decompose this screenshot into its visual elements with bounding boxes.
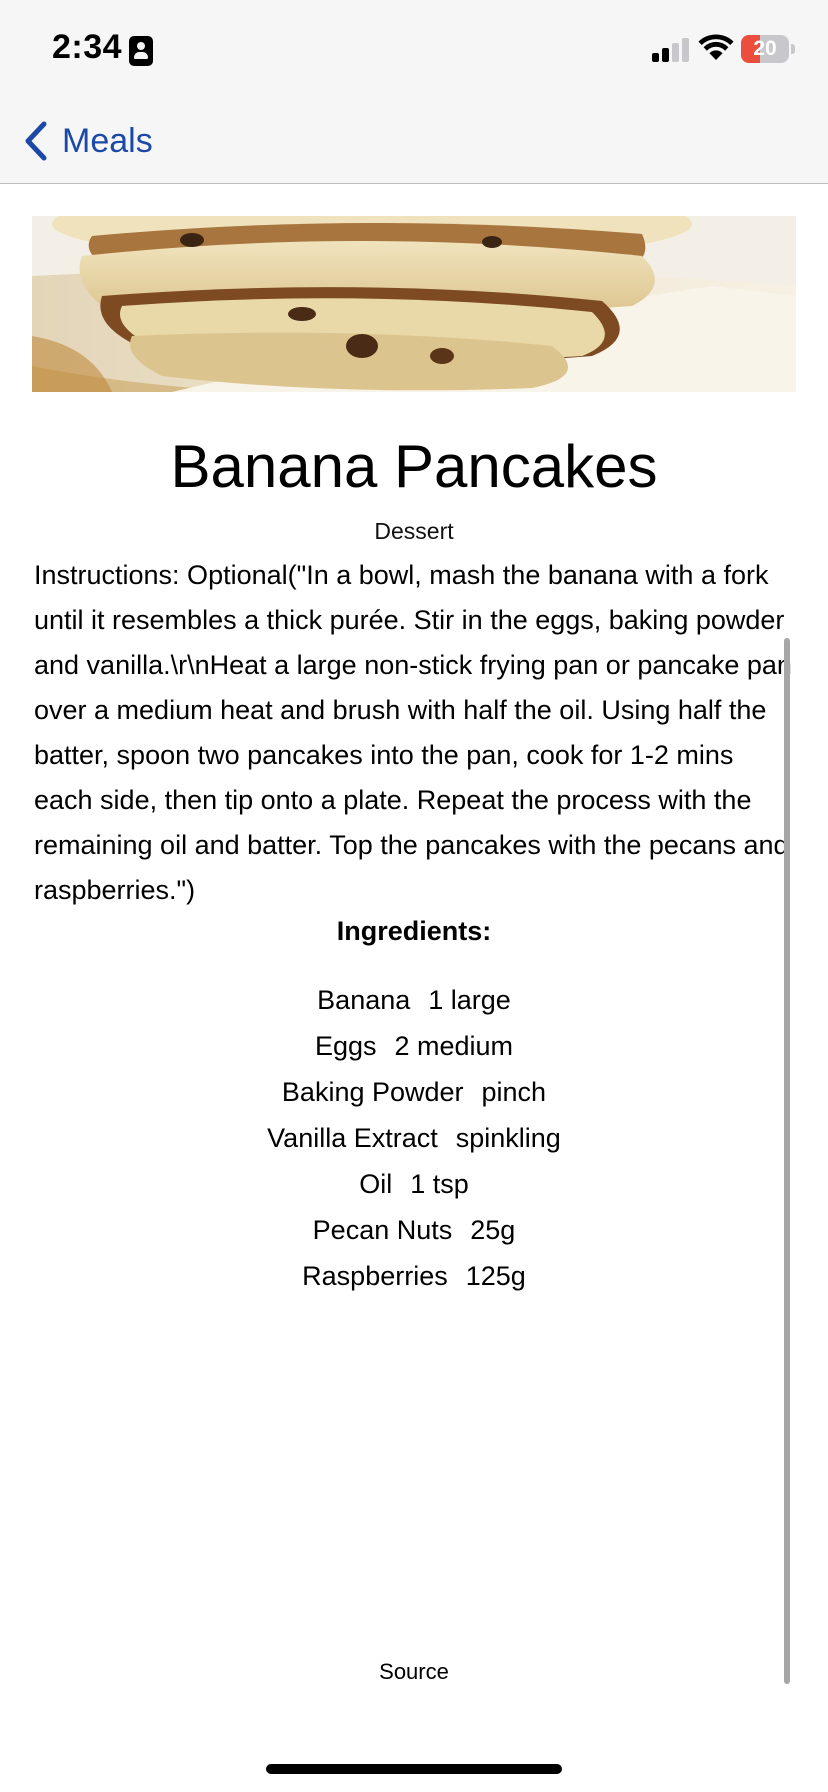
meal-title: Banana Pancakes (170, 433, 658, 500)
ingredient-item: Banana 1 large (0, 977, 828, 1023)
ingredient-name: Vanilla Extract (267, 1123, 438, 1153)
ingredients-heading: Ingredients: (336, 916, 492, 946)
ingredient-name: Banana (317, 985, 411, 1015)
wifi-icon (698, 34, 734, 60)
meal-image (32, 216, 796, 392)
vertical-scrollbar[interactable] (784, 638, 790, 1684)
ingredient-item: Pecan Nuts 25g (0, 1207, 828, 1253)
ingredient-item: Raspberries 125g (0, 1253, 828, 1299)
focus-mode-icon (129, 36, 153, 66)
back-button-label: Meals (62, 121, 153, 160)
back-button[interactable]: Meals (22, 118, 153, 164)
source-link[interactable]: Source (0, 1659, 828, 1685)
ingredient-item: Vanilla Extract spinkling (0, 1115, 828, 1161)
ingredient-measure: pinch (481, 1077, 547, 1107)
ingredient-name: Raspberries (302, 1261, 448, 1291)
ingredient-measure: 1 large (428, 985, 511, 1015)
battery-level: 20 (753, 37, 777, 60)
ingredient-item: Eggs 2 medium (0, 1023, 828, 1069)
meal-instructions: Instructions: Optional("In a bowl, mash … (34, 560, 792, 905)
ingredient-measure: spinkling (455, 1123, 561, 1153)
ingredient-name: Baking Powder (281, 1077, 464, 1107)
meal-category: Dessert (374, 518, 454, 544)
ingredient-name: Pecan Nuts (312, 1215, 453, 1245)
ingredients-list: Banana 1 large Eggs 2 medium Baking Powd… (0, 977, 828, 1299)
ingredient-measure: 25g (470, 1215, 516, 1245)
home-indicator[interactable] (266, 1764, 562, 1774)
pancakes-photo (32, 216, 796, 392)
ingredient-name: Oil (359, 1169, 393, 1199)
battery-icon: 20 (741, 35, 789, 63)
navigation-bar: 2:34 20 Meals (0, 0, 828, 184)
meal-detail-screen: 2:34 20 Meals Banana Pancakes Dessert In… (0, 0, 828, 1792)
chevron-left-icon (25, 121, 47, 161)
status-time: 2:34 (52, 28, 123, 66)
battery-cap (791, 44, 795, 54)
ingredient-measure: 125g (465, 1261, 526, 1291)
ingredient-name: Eggs (314, 1031, 377, 1061)
ingredient-measure: 2 medium (394, 1031, 514, 1061)
ingredient-measure: 1 tsp (410, 1169, 469, 1199)
ingredient-item: Oil 1 tsp (0, 1161, 828, 1207)
cellular-signal-icon (652, 38, 690, 62)
ingredient-item: Baking Powder pinch (0, 1069, 828, 1115)
